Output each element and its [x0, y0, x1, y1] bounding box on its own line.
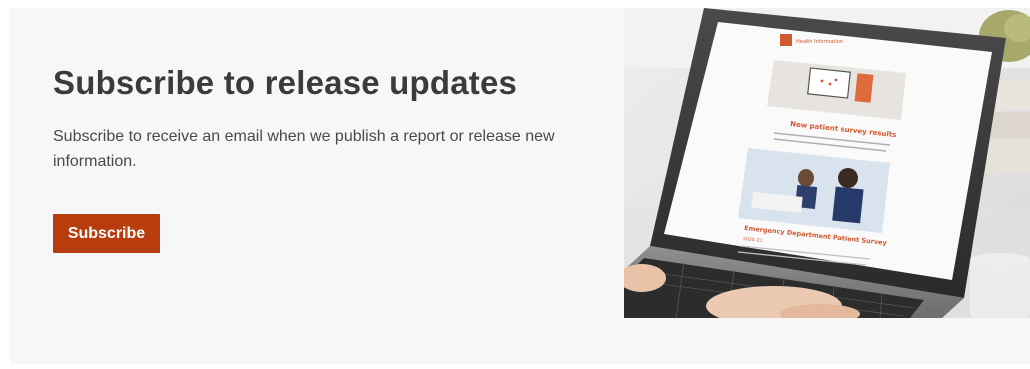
email-logo-text: Health Information	[796, 39, 843, 45]
laptop-email-photo: Health Information New patient survey re…	[624, 8, 1030, 318]
subscribe-button[interactable]: Subscribe	[53, 214, 160, 253]
page-title: Subscribe to release updates	[53, 64, 518, 101]
subscribe-description: Subscribe to receive an email when we pu…	[53, 128, 555, 170]
